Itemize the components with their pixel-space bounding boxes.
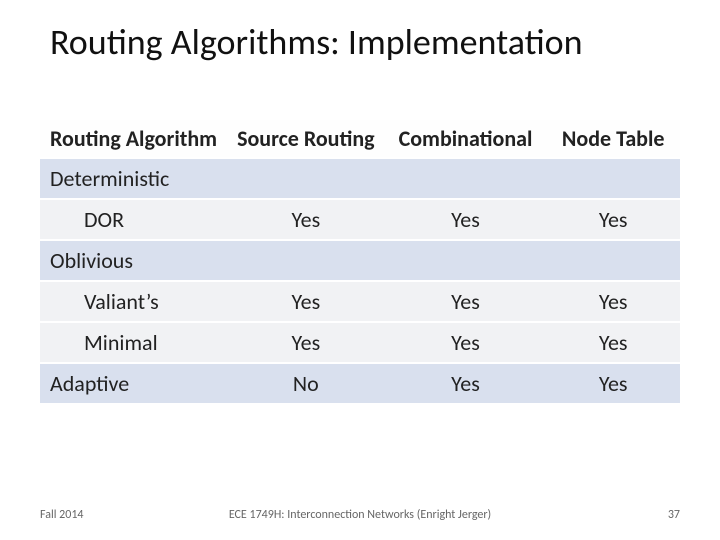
cell-minimal-source: Yes (227, 322, 385, 363)
cell-dor-combo: Yes (385, 199, 547, 240)
cell-empty (546, 158, 680, 199)
cell-valiant-node: Yes (546, 281, 680, 322)
cell-empty (227, 240, 385, 281)
header-combo: Combinational (385, 120, 547, 158)
label-minimal: Minimal (40, 322, 227, 363)
row-oblivious: Oblivious (40, 240, 680, 281)
row-valiant: Valiant’s Yes Yes Yes (40, 281, 680, 322)
row-minimal: Minimal Yes Yes Yes (40, 322, 680, 363)
label-deterministic: Deterministic (40, 158, 227, 199)
table: Routing Algorithm Source Routing Combina… (40, 120, 680, 405)
cell-empty (385, 240, 547, 281)
cell-valiant-source: Yes (227, 281, 385, 322)
cell-empty (385, 158, 547, 199)
row-adaptive: Adaptive No Yes Yes (40, 363, 680, 404)
cell-empty (227, 158, 385, 199)
header-algo: Routing Algorithm (40, 120, 227, 158)
label-valiant: Valiant’s (40, 281, 227, 322)
row-dor: DOR Yes Yes Yes (40, 199, 680, 240)
cell-adaptive-node: Yes (546, 363, 680, 404)
footer-left: Fall 2014 (40, 508, 84, 522)
slide: Routing Algorithms: Implementation Routi… (0, 0, 720, 540)
cell-minimal-node: Yes (546, 322, 680, 363)
cell-adaptive-combo: Yes (385, 363, 547, 404)
cell-adaptive-source: No (227, 363, 385, 404)
cell-dor-source: Yes (227, 199, 385, 240)
cell-valiant-combo: Yes (385, 281, 547, 322)
row-deterministic: Deterministic (40, 158, 680, 199)
label-dor: DOR (40, 199, 227, 240)
header-node: Node Table (546, 120, 680, 158)
header-source: Source Routing (227, 120, 385, 158)
slide-footer: Fall 2014 ECE 1749H: Interconnection Net… (40, 508, 680, 522)
label-oblivious: Oblivious (40, 240, 227, 281)
cell-minimal-combo: Yes (385, 322, 547, 363)
footer-center: ECE 1749H: Interconnection Networks (Enr… (40, 508, 680, 522)
cell-dor-node: Yes (546, 199, 680, 240)
footer-page: 37 (668, 508, 680, 522)
cell-empty (546, 240, 680, 281)
routing-table: Routing Algorithm Source Routing Combina… (40, 120, 680, 405)
label-adaptive: Adaptive (40, 363, 227, 404)
table-header-row: Routing Algorithm Source Routing Combina… (40, 120, 680, 158)
slide-title: Routing Algorithms: Implementation (0, 0, 720, 64)
